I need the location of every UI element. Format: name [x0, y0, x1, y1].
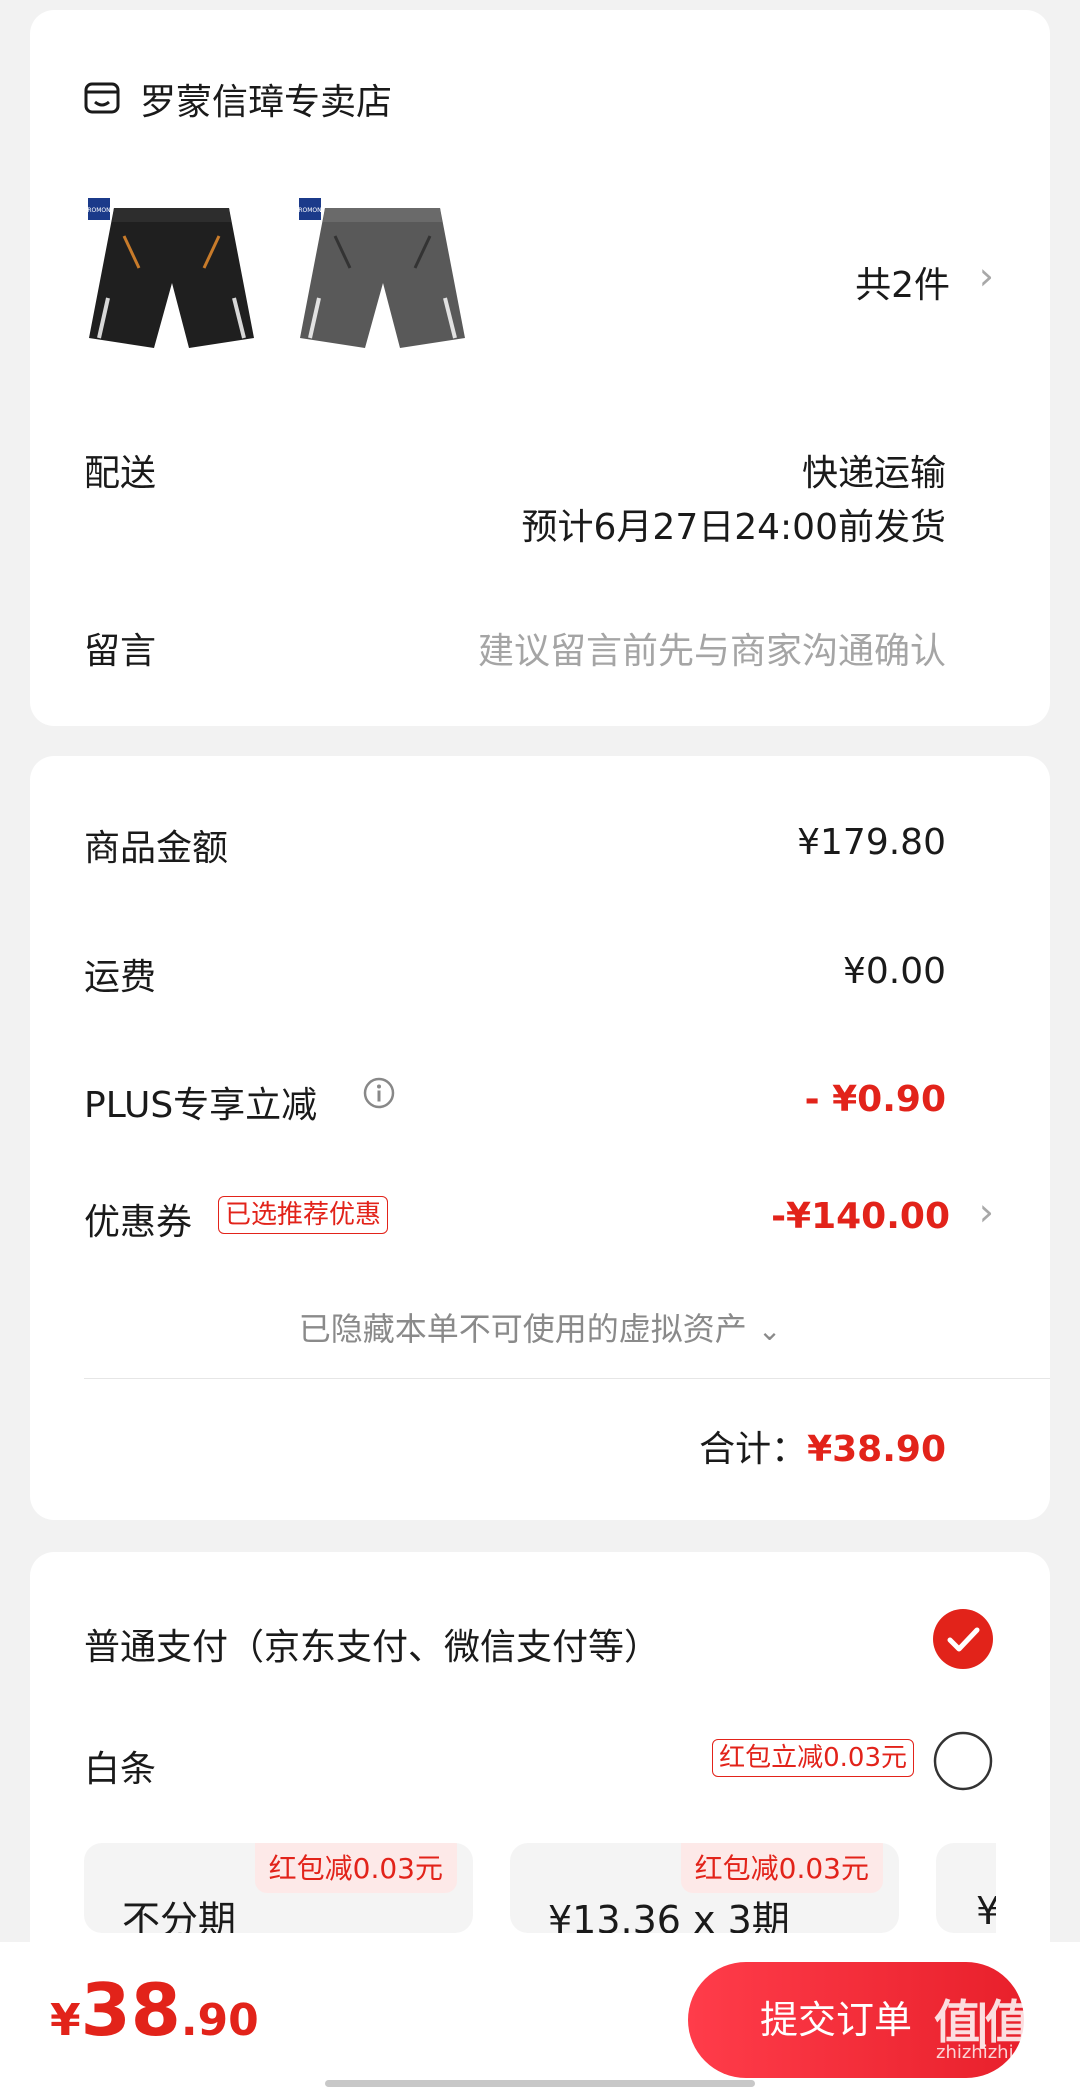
goods-amount-label: 商品金额	[84, 828, 229, 869]
divider	[84, 1378, 1050, 1379]
installment-label: ¥13.36 x 3期	[548, 1898, 790, 1933]
price-summary-card: 商品金额 ¥179.80 运费 ¥0.00 PLUS专享立减 - ¥0.90 优…	[30, 756, 1050, 1520]
svg-text:ROMON: ROMON	[87, 207, 110, 214]
shipping-value: ¥0.00	[842, 951, 946, 992]
installment-label: 不分期	[122, 1898, 237, 1933]
chevron-right-icon[interactable]: ›	[979, 254, 994, 298]
installment-option-3[interactable]: 红包减0.03元 ¥13.36 x 3期	[510, 1843, 899, 1933]
baitiao-label[interactable]: 白条	[84, 1740, 156, 1792]
store-icon	[82, 78, 122, 118]
price-symbol: ¥	[50, 1995, 81, 2046]
chevron-right-icon[interactable]: ›	[979, 1190, 994, 1234]
pay-price: ¥38.90	[50, 1968, 259, 2052]
coupon-value[interactable]: -¥140.00	[771, 1196, 950, 1237]
installment-option-more[interactable]: ¥	[936, 1843, 996, 1933]
checked-icon[interactable]	[932, 1608, 994, 1670]
goods-amount-value: ¥179.80	[797, 822, 946, 863]
total-row: 合计：¥38.90	[699, 1420, 946, 1472]
grey-shorts-image[interactable]: ROMON	[295, 188, 470, 363]
price-decimal: .90	[180, 1995, 259, 2046]
message-label: 留言	[84, 631, 157, 672]
delivery-label: 配送	[84, 453, 157, 494]
normal-payment-label[interactable]: 普通支付（京东支付、微信支付等）	[84, 1618, 660, 1670]
baitiao-tag: 红包立减0.03元	[712, 1739, 914, 1777]
total-label: 合计：	[699, 1429, 808, 1470]
radio-unchecked-icon[interactable]	[932, 1730, 994, 1792]
price-integer: 38	[80, 1968, 181, 2052]
watermark-url: zhizhizhi.com	[936, 2042, 1058, 2063]
delivery-eta[interactable]: 预计6月27日24:00前发货	[522, 498, 946, 550]
installment-badge: 红包减0.03元	[680, 1843, 883, 1893]
plus-discount-value: - ¥0.90	[804, 1079, 946, 1120]
home-indicator	[325, 2080, 755, 2087]
store-card: 罗蒙信璋专卖店 ROMON ROMON 共2件 › 配送 快递运输 预计6月27…	[30, 10, 1050, 726]
delivery-method[interactable]: 快递运输	[802, 444, 946, 496]
installment-label: ¥	[976, 1889, 996, 1933]
hidden-assets-toggle[interactable]: 已隐藏本单不可使用的虚拟资产 ⌄	[30, 1304, 1050, 1350]
store-name[interactable]: 罗蒙信璋专卖店	[140, 73, 392, 125]
installment-badge: 红包减0.03元	[254, 1843, 457, 1893]
coupon-tag: 已选推荐优惠	[218, 1196, 389, 1234]
hidden-assets-note: 已隐藏本单不可使用的虚拟资产	[298, 1310, 747, 1348]
shipping-label: 运费	[84, 957, 157, 998]
checkout-bar: ¥38.90 提交订单 值|值|值 zhizhizhi.com	[0, 1942, 1080, 2092]
black-shorts-image[interactable]: ROMON	[84, 188, 259, 363]
submit-order-label: 提交订单	[759, 1998, 912, 2042]
svg-text:ROMON: ROMON	[298, 207, 321, 214]
message-input[interactable]: 建议留言前先与商家沟通确认	[478, 622, 946, 674]
item-count[interactable]: 共2件	[855, 256, 950, 308]
total-value: ¥38.90	[807, 1429, 946, 1470]
coupon-label[interactable]: 优惠券	[84, 1193, 192, 1245]
installment-option-none[interactable]: 红包减0.03元 不分期	[84, 1843, 473, 1933]
info-icon[interactable]	[362, 1076, 396, 1110]
plus-discount-label: PLUS专享立减	[84, 1085, 318, 1126]
chevron-down-icon: ⌄	[757, 1314, 782, 1347]
